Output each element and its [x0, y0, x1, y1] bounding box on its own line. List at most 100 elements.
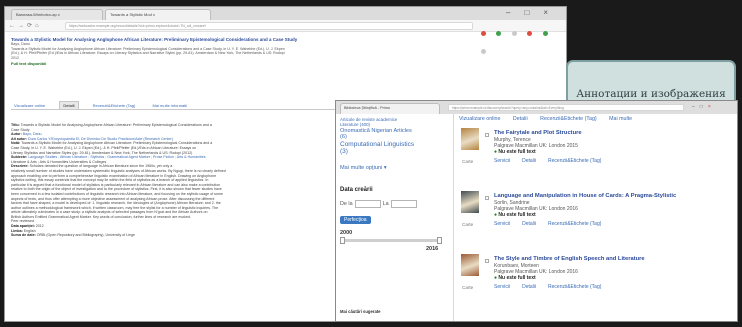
detail-value: Case Study, in U. Y. E. Wahebhe (Ed.), U…	[11, 145, 197, 150]
tab-more-info[interactable]: Mai multe informatii	[149, 102, 190, 109]
book-cover-thumbnail[interactable]	[461, 254, 479, 276]
tab-details[interactable]: Detalii	[59, 101, 79, 109]
detail-value: British Authors Entitled Grammatical Age…	[11, 214, 191, 219]
detail-key: Limba:	[11, 228, 23, 233]
result-title[interactable]: The Fairytale and Plot Structure	[494, 130, 582, 136]
browser-tab-2[interactable]: Towards a Stylistic Mod x	[105, 9, 211, 20]
result-item: Carte Language and Manipulation in House …	[461, 191, 737, 245]
result-links: Servicii Detalii Recenzii&Etichete (Tag)	[494, 284, 613, 290]
tab-reviews-tags[interactable]: Recenzii&Etichete (Tag)	[90, 102, 139, 109]
detail-value: particular it is argued that a functiona…	[11, 182, 221, 187]
detail-value: been concerned in a few isolated contrib…	[11, 191, 223, 196]
result-link[interactable]: Detalii	[522, 158, 536, 164]
result-title[interactable]: Language and Manipulation in House of Ca…	[494, 193, 676, 199]
availability-text: Nu este full text	[498, 212, 536, 218]
extension-icon[interactable]	[542, 31, 548, 36]
address-bar-row: ←→⟳⌂ https://webcache.example.org/record…	[5, 20, 566, 54]
result-title[interactable]: The Style and Timbre of English Speech a…	[494, 256, 645, 262]
detail-key: Alt autor:	[11, 136, 27, 141]
result-link[interactable]: Servicii	[494, 221, 510, 227]
detail-value: Towards a Stylistic Model for Analysing …	[20, 123, 212, 127]
result-link[interactable]: Servicii	[494, 158, 510, 164]
detail-value[interactable]: Dura Carlos Y/Encyclopaedia El; De Dimin…	[28, 137, 173, 141]
detail-value: English	[23, 228, 36, 233]
select-checkbox[interactable]	[485, 133, 489, 137]
detail-value: aspects of texts, and thus offer attempt…	[11, 196, 215, 201]
detail-key: Descriere:	[11, 164, 29, 169]
facet-item[interactable]: Computational Linguistics	[340, 141, 449, 149]
result-type: Carte	[462, 159, 474, 164]
result-links: Servicii Detalii Recenzii&Etichete (Tag)	[494, 158, 613, 164]
extension-icon[interactable]	[527, 31, 533, 36]
result-link[interactable]: Detalii	[522, 221, 536, 227]
front-browser-tab[interactable]: Biblioteca Ştiinţifică - Primo	[340, 103, 440, 114]
range-high-label: 2016	[426, 245, 439, 252]
record-summary: Towards a Stylistic Model for Analysing …	[11, 37, 559, 66]
select-checkbox[interactable]	[485, 259, 489, 263]
tab-strip: Baneasa-Wimhotxo-ap x Towards a Stylisti…	[5, 7, 566, 20]
front-title-bar: Biblioteca Ştiinţifică - Primo https://p…	[336, 101, 737, 114]
detail-key: Subiecte:	[11, 155, 28, 160]
tab-details[interactable]: Detalii	[513, 116, 528, 122]
availability-text: Nu este full text	[498, 275, 536, 281]
detail-value: 2012	[35, 224, 44, 229]
suggested-searches-heading: Mai căutări sugerate	[340, 309, 381, 314]
front-window-controls[interactable]: –□×	[692, 104, 716, 110]
tab-view-online[interactable]: Vizualizare online	[11, 102, 48, 109]
tab-view-online[interactable]: Vizualizare online	[459, 116, 500, 122]
date-range-inputs: De la La	[340, 199, 449, 208]
browser-tab-1[interactable]: Baneasa-Wimhotxo-ap x	[11, 9, 103, 20]
date-range-slider[interactable]: 2000 2016	[340, 230, 449, 256]
result-link[interactable]: Recenzii&Etichete (Tag)	[548, 221, 601, 227]
front-browser-window: Biblioteca Ştiinţifică - Primo https://p…	[335, 100, 738, 322]
result-link[interactable]: Servicii	[494, 284, 510, 290]
result-link[interactable]: Recenzii&Etichete (Tag)	[548, 284, 601, 290]
book-cover-thumbnail[interactable]	[461, 128, 479, 150]
facet-sidebar: Articole de reviste academice Literature…	[336, 114, 454, 321]
detail-value: author outlines a methodological framewo…	[11, 205, 219, 210]
result-item: Carte The Style and Timbre of English Spe…	[461, 254, 737, 308]
detail-key: Titlu:	[11, 123, 20, 127]
availability-status: ● Nu este full text	[494, 212, 536, 218]
date-from-label: De la	[340, 200, 353, 207]
detail-key: Autor:	[11, 132, 22, 137]
facet-count: (3)	[340, 148, 348, 156]
select-checkbox[interactable]	[485, 196, 489, 200]
date-from-input[interactable]	[354, 199, 381, 208]
slider-handle-high[interactable]	[437, 236, 442, 244]
result-link[interactable]: Detalii	[522, 284, 536, 290]
detail-value[interactable]: Bayo, Danu	[23, 132, 42, 136]
result-item: Carte The Fairytale and Plot Structure Mur…	[461, 128, 737, 182]
tab-reviews-tags[interactable]: Recenzii&Etichete (Tag)	[540, 116, 597, 122]
detail-value: Peer reviewed	[11, 219, 34, 224]
date-to-input[interactable]	[390, 199, 417, 208]
detail-value: stylistics writing, this essay contends …	[11, 178, 209, 183]
result-link[interactable]: Recenzii&Etichete (Tag)	[548, 158, 601, 164]
range-low-label: 2000	[340, 229, 353, 236]
availability-status: ● Nu este full text	[494, 149, 536, 155]
slider-track[interactable]	[340, 238, 442, 242]
availability-status: ● Nu este full text	[494, 275, 536, 281]
book-cover-thumbnail[interactable]	[461, 191, 479, 213]
apply-date-button[interactable]: Perfecţioa	[340, 215, 371, 224]
front-address-bar[interactable]: https://primo.example.ro/discovery/searc…	[448, 104, 684, 111]
detail-value: approach enabling one to perform a compr…	[11, 173, 217, 178]
nav-buttons[interactable]: ←→⟳⌂	[9, 22, 42, 29]
tab-more[interactable]: Mai multe	[609, 116, 632, 122]
slider-handle-low[interactable]	[340, 236, 345, 244]
extension-icon[interactable]	[481, 31, 486, 36]
address-bar[interactable]: https://webcache.example.org/record/deta…	[65, 22, 473, 30]
detail-value: article ultimately culminates in a case …	[11, 210, 208, 215]
detail-value: relative to both the origin of the objec…	[11, 187, 222, 192]
more-options-link[interactable]: Mai multe opţiuni ▾	[340, 165, 449, 171]
detail-value: Case Study	[11, 127, 30, 132]
availability-text: Nu este full text	[498, 149, 536, 155]
detail-value: factors that have shaped, a model is dev…	[11, 201, 221, 206]
extension-icon[interactable]	[511, 31, 517, 36]
window-controls[interactable]: –□×	[506, 8, 562, 17]
detail-value: Literary Stylistics and Narrative Styles…	[11, 150, 193, 155]
date-heading: Data creării	[340, 186, 373, 193]
full-text-availability[interactable]: Full text disponibil	[11, 61, 559, 66]
detail-value[interactable]: Language Studies ; African Literature ; …	[28, 155, 205, 159]
extension-icon[interactable]	[496, 31, 502, 36]
